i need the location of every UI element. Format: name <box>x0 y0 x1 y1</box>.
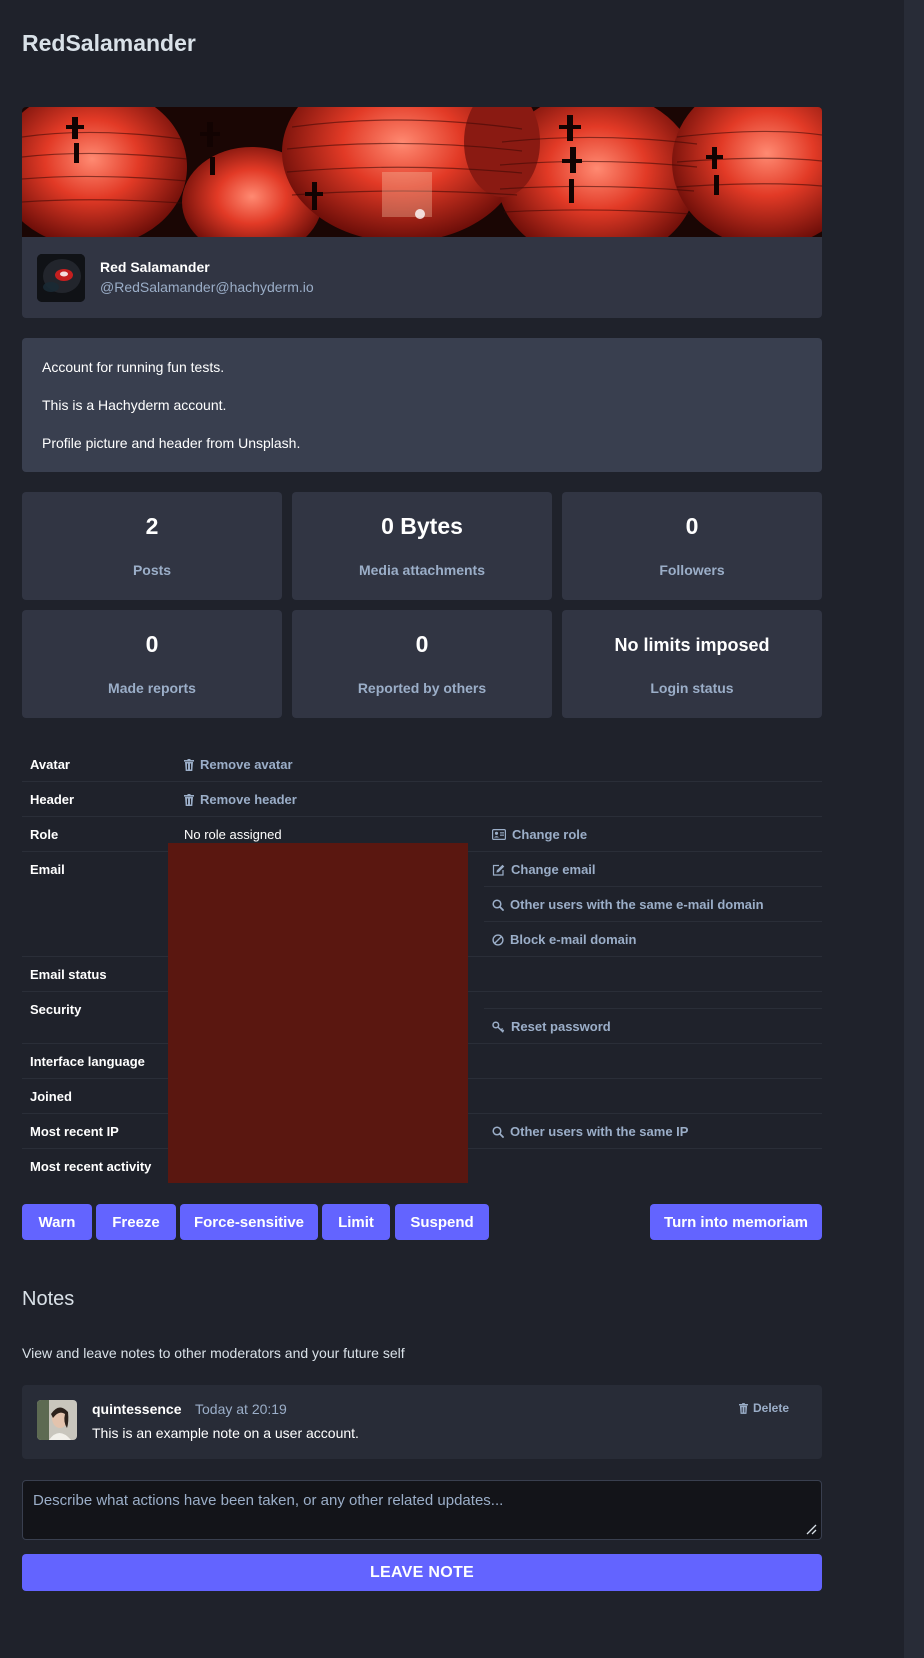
search-icon <box>492 1125 504 1138</box>
force-sensitive-button[interactable]: Force-sensitive <box>180 1204 318 1240</box>
stat-value: No limits imposed <box>614 635 770 655</box>
change-role-link[interactable]: Change role <box>492 827 587 842</box>
redacted-region <box>168 843 468 1183</box>
row-divider <box>484 886 822 887</box>
row-label-header: Header <box>30 792 75 807</box>
account-handle: @RedSalamander@hachyderm.io <box>100 279 314 295</box>
ban-icon <box>492 933 504 946</box>
avatar <box>37 254 85 302</box>
notes-heading: Notes <box>22 1288 75 1310</box>
trash-icon <box>739 1402 748 1414</box>
bio-panel: Account for running fun tests. This is a… <box>22 338 822 472</box>
remove-avatar-label: Remove avatar <box>200 757 293 772</box>
delete-note-label: Delete <box>753 1401 790 1415</box>
row-label-joined: Joined <box>30 1089 72 1104</box>
row-divider <box>484 921 822 922</box>
row-label-email-status: Email status <box>30 967 107 982</box>
display-name: Red Salamander <box>100 259 210 275</box>
trash-icon <box>184 793 194 806</box>
pencil-square-icon <box>492 864 505 876</box>
trash-icon <box>184 758 194 771</box>
row-label-recent-activity: Most recent activity <box>30 1159 152 1174</box>
row-divider <box>22 781 822 782</box>
bio-line: Profile picture and header from Unsplash… <box>42 435 301 451</box>
stat-value: 0 <box>685 513 699 539</box>
stat-label: Posts <box>132 562 172 578</box>
note-timestamp: Today at 20:19 <box>195 1401 287 1417</box>
row-label-recent-ip: Most recent IP <box>30 1124 119 1139</box>
same-ip-link[interactable]: Other users with the same IP <box>492 1124 688 1139</box>
row-label-email: Email <box>30 862 65 877</box>
freeze-button[interactable]: Freeze <box>96 1204 176 1240</box>
notes-description: View and leave notes to other moderators… <box>22 1345 405 1361</box>
remove-header-label: Remove header <box>200 792 297 807</box>
stat-login-status[interactable]: No limits imposed Login status <box>562 610 822 718</box>
bio-line: Account for running fun tests. <box>42 359 225 375</box>
key-icon <box>492 1020 505 1033</box>
turn-into-memoriam-button[interactable]: Turn into memoriam <box>650 1204 822 1240</box>
stat-reported-by-others[interactable]: 0 Reported by others <box>292 610 552 718</box>
limit-button[interactable]: Limit <box>322 1204 390 1240</box>
profile-card: Red Salamander @RedSalamander@hachyderm.… <box>22 107 822 318</box>
stat-made-reports[interactable]: 0 Made reports <box>22 610 282 718</box>
note-author[interactable]: quintessence <box>92 1401 181 1417</box>
id-card-icon <box>492 829 506 840</box>
block-email-domain-label: Block e-mail domain <box>510 932 637 947</box>
row-label-avatar: Avatar <box>30 757 70 772</box>
row-label-interface-language: Interface language <box>30 1054 145 1069</box>
leave-note-button[interactable]: LEAVE NOTE <box>22 1554 822 1591</box>
note-author-avatar <box>37 1400 77 1440</box>
reset-password-label: Reset password <box>511 1019 611 1034</box>
stat-value: 0 <box>145 631 159 657</box>
stat-label: Made reports <box>108 680 196 696</box>
note-text: This is an example note on a user accoun… <box>92 1425 359 1441</box>
same-ip-label: Other users with the same IP <box>510 1124 689 1139</box>
remove-header-link[interactable]: Remove header <box>184 792 297 807</box>
same-email-domain-label: Other users with the same e-mail domain <box>510 897 764 912</box>
stat-media-attachments[interactable]: 0 Bytes Media attachments <box>292 492 552 600</box>
stat-label: Media attachments <box>358 562 486 578</box>
scrollbar[interactable] <box>904 0 924 1658</box>
row-label-role: Role <box>30 827 59 842</box>
stat-label: Login status <box>650 680 734 696</box>
resize-handle-icon[interactable] <box>805 1523 817 1535</box>
reset-password-link[interactable]: Reset password <box>492 1019 611 1034</box>
stat-label: Reported by others <box>357 680 487 696</box>
search-icon <box>492 898 504 911</box>
delete-note-button[interactable]: Delete <box>739 1401 789 1415</box>
page-title: RedSalamander <box>22 30 196 56</box>
suspend-button[interactable]: Suspend <box>395 1204 489 1240</box>
role-value: No role assigned <box>184 827 282 842</box>
stat-label: Followers <box>659 562 725 578</box>
remove-avatar-link[interactable]: Remove avatar <box>184 757 293 772</box>
change-role-label: Change role <box>512 827 588 842</box>
note-textarea[interactable] <box>23 1481 821 1539</box>
note-input-box <box>22 1480 822 1540</box>
change-email-label: Change email <box>511 862 596 877</box>
row-label-security: Security <box>30 1002 82 1017</box>
change-email-link[interactable]: Change email <box>492 862 596 877</box>
bio-line: This is a Hachyderm account. <box>42 397 227 413</box>
stat-value: 0 <box>415 631 429 657</box>
row-divider <box>22 816 822 817</box>
same-email-domain-link[interactable]: Other users with the same e-mail domain <box>492 897 764 912</box>
header-image <box>22 107 822 237</box>
row-divider <box>484 1008 822 1009</box>
stat-posts[interactable]: 2 Posts <box>22 492 282 600</box>
stat-value: 2 <box>145 513 159 539</box>
block-email-domain-link[interactable]: Block e-mail domain <box>492 932 636 947</box>
stat-value: 0 Bytes <box>381 513 463 539</box>
note-item: quintessence Today at 20:19 This is an e… <box>22 1385 822 1459</box>
warn-button[interactable]: Warn <box>22 1204 92 1240</box>
stat-followers[interactable]: 0 Followers <box>562 492 822 600</box>
